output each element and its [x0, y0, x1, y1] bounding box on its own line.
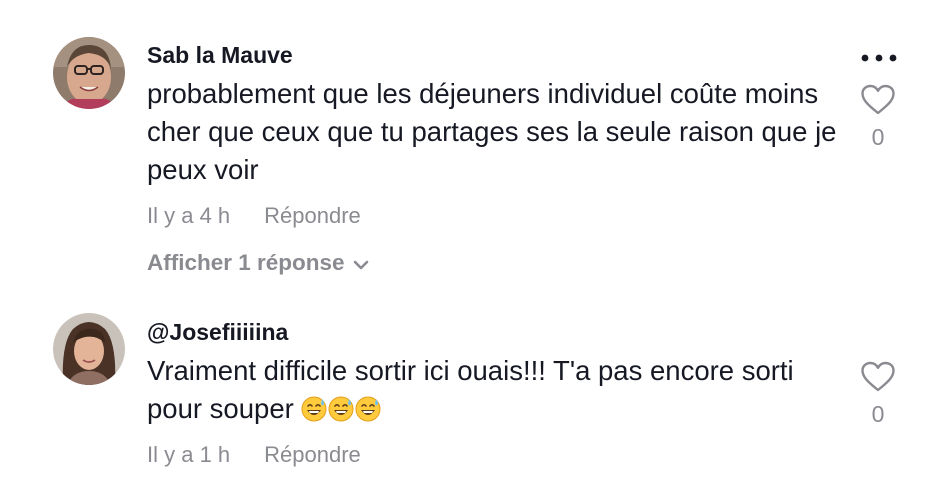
view-replies-label: Afficher 1 réponse [147, 250, 345, 275]
comment-item: @Josefiiiiina Vraiment difficile sortir … [0, 290, 928, 484]
view-replies-button[interactable]: Afficher 1 réponse [147, 250, 369, 276]
chevron-down-icon [353, 250, 369, 276]
comment-meta: Il y a 4 h Répondre [147, 203, 361, 229]
comment-text: Vraiment difficile sortir ici ouais!!! T… [147, 352, 837, 428]
comment-text-content: Vraiment difficile sortir ici ouais!!! T… [147, 355, 794, 424]
more-options-icon [861, 54, 897, 62]
like-count: 0 [871, 401, 885, 427]
like-count: 0 [871, 124, 885, 150]
grinning-sweat-emoji [328, 394, 354, 422]
avatar[interactable] [53, 313, 125, 385]
reply-button[interactable]: Répondre [264, 203, 361, 228]
comment-username[interactable]: Sab la Mauve [147, 42, 293, 69]
comment-timestamp: Il y a 4 h [147, 203, 231, 228]
heart-outline-icon [861, 84, 895, 115]
comment-item: Sab la Mauve probablement que les déjeun… [0, 0, 928, 290]
more-options-button[interactable] [858, 51, 900, 71]
reply-button[interactable]: Répondre [264, 442, 361, 467]
grinning-sweat-emoji [355, 394, 381, 422]
comment-username[interactable]: @Josefiiiiina [147, 319, 288, 346]
like-button[interactable] [860, 361, 896, 398]
like-button[interactable] [860, 84, 896, 121]
comment-text: probablement que les déjeuners individue… [147, 78, 837, 185]
comment-timestamp: Il y a 1 h [147, 442, 231, 467]
avatar[interactable] [53, 37, 125, 109]
comment-meta: Il y a 1 h Répondre [147, 442, 361, 468]
heart-outline-icon [861, 361, 895, 392]
grinning-sweat-emoji [301, 394, 327, 422]
